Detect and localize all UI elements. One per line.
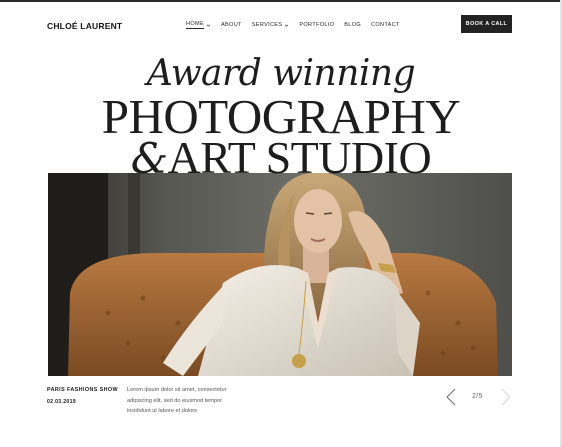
- slide-description-line: incididunt ut labore et dolore: [127, 408, 198, 414]
- top-border: [0, 0, 562, 2]
- slide-title: PARIS FASHIONS SHOW: [47, 387, 118, 393]
- chevron-right-icon[interactable]: [499, 387, 513, 407]
- nav-item-home[interactable]: HOME: [186, 21, 211, 29]
- hero-ampersand: &: [130, 134, 168, 183]
- nav-item-label: BLOG: [344, 22, 362, 28]
- slide-description: Lorem ipsum dolor sit amet, consectetur …: [127, 385, 247, 417]
- nav-item-label: HOME: [186, 21, 204, 29]
- brand-logo[interactable]: CHLOÉ LAURENT: [47, 21, 122, 31]
- slide-date: 02.03.2019: [47, 399, 76, 405]
- hero-subtitle: &ART STUDIO: [0, 132, 562, 185]
- nav-item-blog[interactable]: BLOG: [344, 22, 361, 28]
- hero-subtitle-text: ART STUDIO: [167, 132, 432, 183]
- nav-item-about[interactable]: ABOUT: [221, 22, 242, 28]
- nav-item-label: CONTACT: [371, 22, 400, 28]
- nav-item-contact[interactable]: CONTACT: [371, 22, 400, 28]
- book-a-call-button[interactable]: BOOK A CALL: [461, 15, 512, 33]
- slide-description-line: adipiscing elit, sed do eiusmod tempor: [127, 397, 223, 404]
- nav-item-services[interactable]: SERVICES: [252, 22, 290, 28]
- nav-item-portfolio[interactable]: PORTFOLIO: [299, 22, 334, 28]
- nav-item-label: ABOUT: [220, 22, 242, 28]
- chevron-down-icon: [285, 24, 289, 27]
- nav-item-label: SERVICES: [251, 22, 283, 28]
- slide-counter: 2/5: [472, 393, 483, 400]
- slide-description-line: Lorem ipsum dolor sit amet, consectetur: [127, 387, 227, 393]
- hero-image: [48, 173, 512, 376]
- main-nav: HOME ABOUT SERVICES PORTFOLIO BLOG CONTA…: [186, 20, 410, 30]
- nav-item-label: PORTFOLIO: [299, 22, 335, 28]
- chevron-left-icon[interactable]: [444, 387, 458, 407]
- hero-photo-illustration: [48, 173, 512, 376]
- chevron-down-icon: [206, 24, 211, 27]
